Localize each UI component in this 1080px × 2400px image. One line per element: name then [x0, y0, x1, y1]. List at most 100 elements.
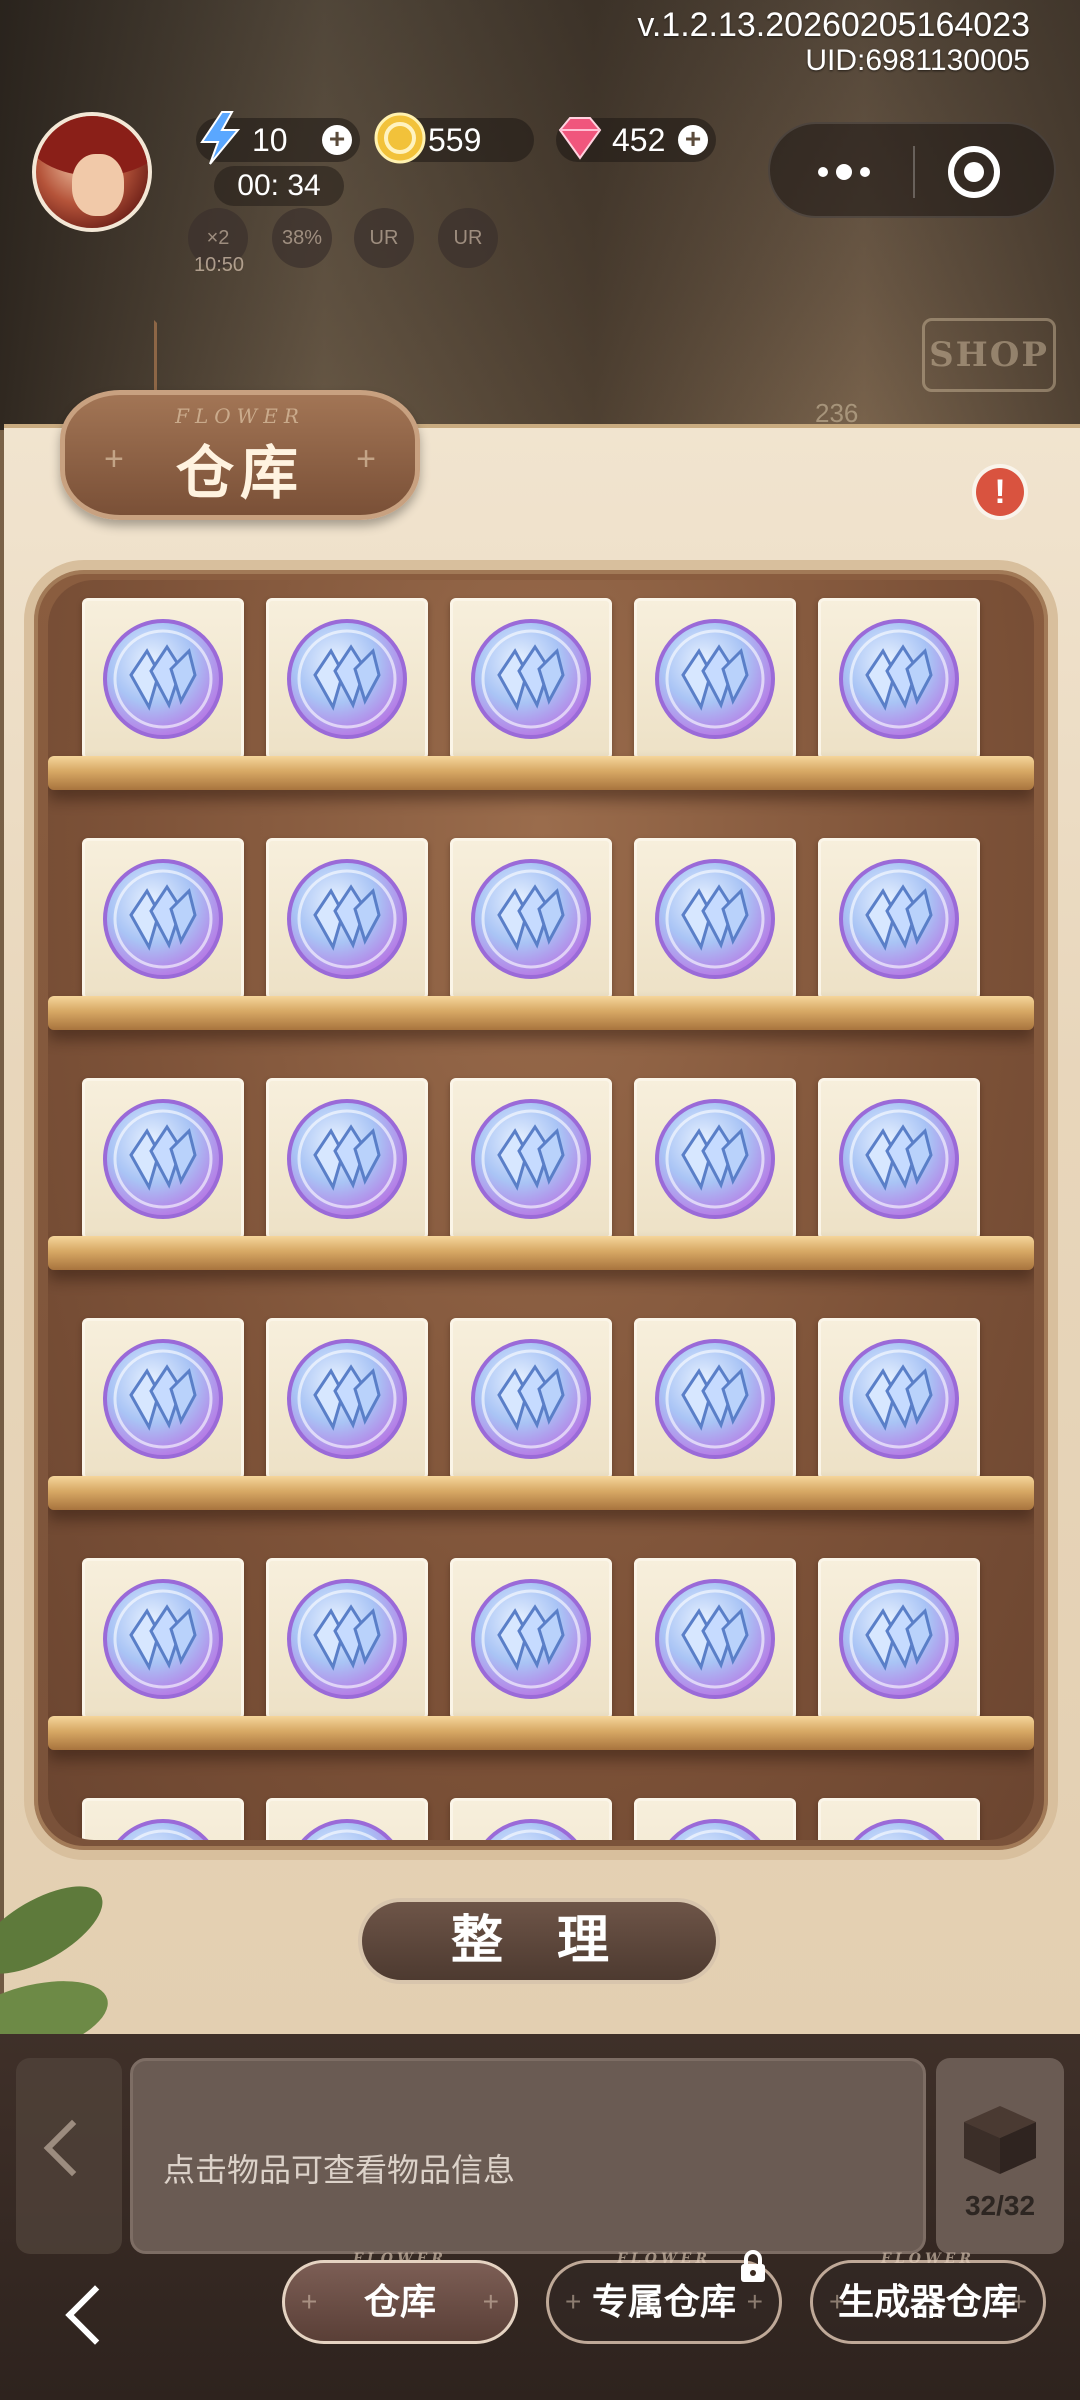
item-slot[interactable] — [450, 598, 612, 760]
item-slot[interactable] — [634, 1078, 796, 1240]
crystal-orb-icon — [471, 1339, 591, 1459]
item-slot[interactable] — [82, 1558, 244, 1720]
close-miniprogram-button[interactable] — [948, 146, 1000, 198]
shelf-row — [48, 1078, 1034, 1318]
version-info: v.1.2.13.20260205164023 UID:6981130005 — [637, 6, 1030, 78]
item-slot[interactable] — [82, 838, 244, 1000]
tab-ornament: + — [301, 2286, 318, 2317]
crystal-orb-icon — [655, 619, 775, 739]
crystal-orb-icon — [839, 1339, 959, 1459]
crystal-orb-icon — [471, 1099, 591, 1219]
crystal-orb-icon — [655, 859, 775, 979]
item-slot[interactable] — [818, 1798, 980, 1840]
item-slot[interactable] — [818, 1078, 980, 1240]
crystal-orb-icon — [471, 1579, 591, 1699]
coin-icon — [374, 112, 426, 164]
crystal-orb-icon — [301, 1819, 393, 1840]
crystal-orb-icon — [839, 1099, 959, 1219]
tab-deco: FLOWER — [352, 2251, 447, 2267]
plate-hanger — [154, 320, 324, 392]
item-slot[interactable] — [266, 598, 428, 760]
crystal-orb-icon — [287, 859, 407, 979]
energy-timer: 00: 34 — [214, 166, 344, 206]
crystal-orb-icon — [103, 1099, 223, 1219]
add-gem-button[interactable]: + — [678, 125, 708, 155]
buff-timer: 10:50 — [193, 254, 245, 276]
item-slot[interactable] — [82, 1318, 244, 1480]
item-slot[interactable] — [266, 838, 428, 1000]
plate-deco-text: FLOWER — [175, 404, 305, 428]
item-slot[interactable] — [634, 1318, 796, 1480]
buff-up-rate[interactable]: 38% — [272, 208, 332, 268]
item-slot[interactable] — [82, 1078, 244, 1240]
buff-label: UR — [369, 227, 399, 249]
uid-text: UID:6981130005 — [805, 44, 1030, 77]
item-slot[interactable] — [266, 1798, 428, 1840]
add-energy-button[interactable]: + — [322, 125, 352, 155]
tab-label: 专属仓库 — [591, 2281, 736, 2322]
crystal-orb-icon — [471, 859, 591, 979]
tab-deco: FLOWER — [880, 2251, 975, 2267]
shelf-plank — [48, 756, 1034, 790]
item-slot[interactable] — [818, 1558, 980, 1720]
item-slot[interactable] — [266, 1558, 428, 1720]
item-slot[interactable] — [266, 1318, 428, 1480]
collapse-tab-button[interactable] — [16, 2058, 122, 2254]
tab-ornament: + — [565, 2286, 582, 2317]
item-slot[interactable] — [450, 1078, 612, 1240]
box-icon — [964, 2106, 1036, 2174]
crystal-orb-icon — [839, 859, 959, 979]
item-slot[interactable] — [450, 1558, 612, 1720]
item-slot[interactable] — [82, 1798, 244, 1840]
miniprogram-capsule — [768, 122, 1056, 218]
item-slot[interactable] — [82, 598, 244, 760]
tab-warehouse[interactable]: FLOWER + 仓库 + — [282, 2251, 518, 2344]
organize-button[interactable]: 整 理 — [358, 1898, 720, 1984]
coin-counter: 559 — [374, 112, 534, 164]
crystal-orb-icon — [471, 619, 591, 739]
item-slot[interactable] — [818, 598, 980, 760]
crystal-orb-icon — [287, 1579, 407, 1699]
item-slot[interactable] — [450, 1318, 612, 1480]
player-avatar[interactable] — [32, 112, 152, 232]
buff-list: ×2 10:50 38% UR UR — [188, 208, 508, 276]
capsule-divider — [913, 146, 915, 198]
item-slot[interactable] — [450, 1798, 612, 1840]
crystal-orb-icon — [103, 1339, 223, 1459]
shelf-row — [48, 598, 1034, 838]
shelf-grid[interactable] — [48, 580, 1034, 1840]
shelf-plank — [48, 1716, 1034, 1750]
item-slot[interactable] — [634, 1798, 796, 1840]
crystal-orb-icon — [103, 859, 223, 979]
item-slot[interactable] — [634, 1558, 796, 1720]
item-slot[interactable] — [634, 598, 796, 760]
crystal-orb-icon — [839, 1579, 959, 1699]
item-info-box: 点击物品可查看物品信息 — [130, 2058, 926, 2254]
crystal-orb-icon — [655, 1579, 775, 1699]
lock-icon — [741, 2250, 765, 2282]
item-slot[interactable] — [634, 838, 796, 1000]
crystal-orb-icon — [839, 619, 959, 739]
back-button[interactable] — [58, 2282, 118, 2342]
avatar-face — [72, 154, 124, 216]
shelf-row — [48, 1318, 1034, 1558]
buff-ur-1[interactable]: UR — [354, 208, 414, 268]
tab-generator-warehouse[interactable]: FLOWER + 生成器仓库 + — [810, 2251, 1046, 2344]
item-slot[interactable] — [818, 838, 980, 1000]
coin-value: 559 — [428, 121, 482, 158]
buff-ur-2[interactable]: UR — [438, 208, 498, 268]
item-slot[interactable] — [818, 1318, 980, 1480]
crystal-orb-icon — [853, 1819, 945, 1840]
item-slot[interactable] — [266, 1078, 428, 1240]
more-menu-button[interactable] — [794, 142, 894, 202]
shelf-cabinet — [24, 560, 1058, 1860]
buff-label: 38% — [281, 227, 323, 249]
energy-value: 10 — [252, 121, 288, 158]
crystal-orb-icon — [103, 619, 223, 739]
exclamation-icon[interactable]: ! — [976, 468, 1024, 516]
capacity-tab[interactable]: 32/32 — [936, 2058, 1064, 2254]
item-slot[interactable] — [450, 838, 612, 1000]
crystal-orb-icon — [287, 1339, 407, 1459]
shop-sign: SHOP — [922, 318, 1056, 392]
crystal-orb-icon — [669, 1819, 761, 1840]
